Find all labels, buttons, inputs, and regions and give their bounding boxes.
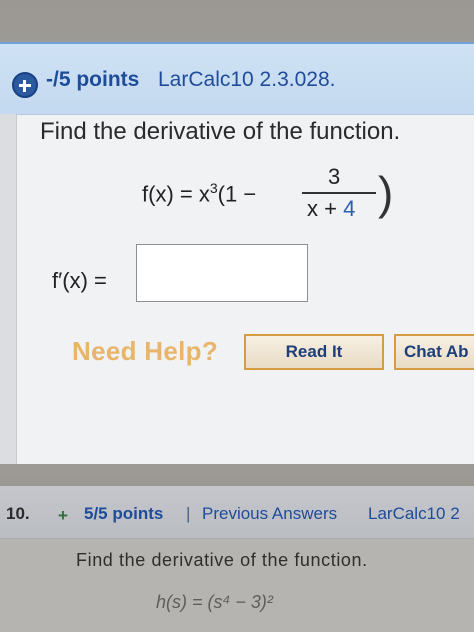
function-expression: f(x) = x3(1 − [142, 180, 256, 207]
need-help-label: Need Help? [72, 336, 219, 366]
expand-plus-icon[interactable] [12, 72, 38, 98]
problem-10-points: 5/5 points [84, 504, 164, 523]
problem-9-header: -/5 points LarCalc10 2.3.028. [0, 44, 474, 115]
fraction-numerator: 3 [328, 164, 341, 189]
problem-10-number: 10. [6, 504, 30, 523]
left-margin-strip [0, 114, 17, 464]
function-exponent: 3 [209, 180, 218, 196]
previous-answers-link[interactable]: Previous Answers [202, 504, 337, 524]
problem-9-course-code: LarCalc10 2.3.028. [158, 68, 336, 91]
fraction-denominator-prefix: x + [307, 196, 344, 221]
fraction-bar [302, 192, 376, 194]
function-lhs: f(x) = x [142, 181, 210, 207]
problem-9-points: -/5 points [46, 68, 140, 91]
fraction-denominator-const: 4 [343, 196, 356, 221]
chat-about-button[interactable]: Chat Ab [394, 334, 474, 370]
header-separator: | [186, 504, 191, 523]
fraction-denominator: x + 4 [307, 196, 355, 222]
problem-10-course-code: LarCalc10 2 [368, 504, 460, 523]
expand-plus-icon-small[interactable]: + [58, 506, 68, 526]
problem-9-prompt: Find the derivative of the function. [40, 118, 401, 145]
function-paren-close: ) [378, 167, 394, 219]
problem-10-prompt: Find the derivative of the function. [76, 550, 368, 570]
read-it-button[interactable]: Read It [244, 334, 384, 370]
page: -/5 points LarCalc10 2.3.028. Find the d… [0, 0, 474, 632]
function-paren-open: (1 − [217, 181, 257, 207]
answer-label: f′(x) = [52, 268, 107, 293]
answer-input[interactable] [136, 244, 308, 302]
problem-10-function: h(s) = (s⁴ − 3)² [156, 592, 273, 612]
problem-10-header: 10. + 5/5 points | Previous Answers LarC… [0, 486, 474, 539]
